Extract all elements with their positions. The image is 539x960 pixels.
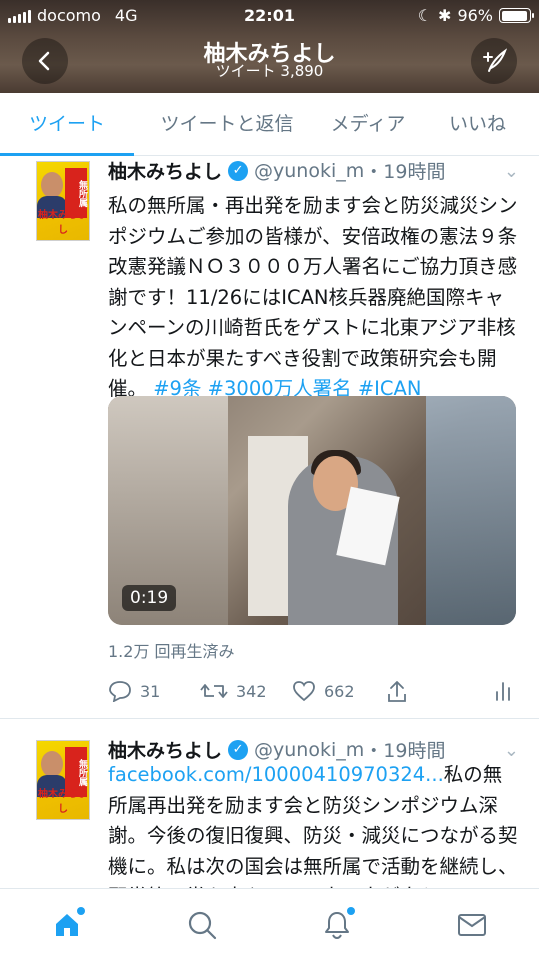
retweet-count: 342 (236, 681, 267, 701)
verified-badge-icon: ✓ (228, 160, 249, 181)
avatar-name: 柚木みちよし (38, 210, 88, 236)
chevron-down-icon[interactable]: ⌄ (504, 161, 519, 182)
tab-tweets-and-replies[interactable]: ツイートと返信 (134, 93, 320, 155)
verified-badge-icon: ✓ (228, 739, 249, 760)
chevron-down-icon[interactable]: ⌄ (504, 740, 519, 761)
retweet-button[interactable]: 342 (200, 680, 267, 702)
notifications-icon (325, 912, 349, 940)
tweet-time: ・19時間 (364, 161, 446, 183)
bottom-navigation (0, 888, 539, 960)
retweet-icon (200, 684, 228, 698)
tab-likes[interactable]: いいね (416, 93, 539, 155)
tweet-divider (0, 718, 539, 719)
battery-icon (499, 8, 534, 23)
author-name[interactable]: 柚木みちよし (108, 157, 222, 184)
view-count: 1.2万 回再生済み (108, 642, 235, 661)
tab-tweets[interactable]: ツイート (0, 93, 134, 155)
avatar[interactable]: 無所属 柚木みちよし (36, 161, 90, 241)
heart-icon (293, 681, 315, 702)
share-button[interactable] (386, 680, 408, 704)
messages-icon (458, 914, 486, 936)
like-button[interactable]: 662 (292, 680, 355, 702)
search-icon (188, 911, 217, 940)
author-handle[interactable]: @yunoki_m (254, 160, 364, 182)
compose-feather-icon (483, 48, 508, 72)
avatar-name: 柚木みちよし (38, 789, 88, 815)
profile-tabs: ツイート ツイートと返信 メディア いいね (0, 93, 539, 156)
tweet-header: 柚木みちよし ✓ @yunoki_m ・19時間 (108, 157, 445, 184)
reply-count: 31 (140, 681, 161, 701)
tab-media[interactable]: メディア (320, 93, 416, 155)
video-duration: 0:19 (122, 585, 177, 611)
author-name[interactable]: 柚木みちよし (108, 736, 222, 763)
profile-header: docomo 4G 22:01 ☾ ✱ 96% 柚木みちよし ツイート 3,89… (0, 0, 539, 93)
tweet-text: facebook.com/10000410970324...私の無所属再出発を励… (108, 763, 518, 888)
tweet-count: ツイート 3,890 (215, 62, 324, 80)
like-count: 662 (324, 681, 355, 701)
tweet-header: 柚木みちよし ✓ @yunoki_m ・19時間 (108, 736, 445, 763)
status-bar: docomo 4G 22:01 ☾ ✱ 96% (0, 0, 539, 32)
notification-dot (77, 907, 85, 915)
tweet[interactable]: 無所属 柚木みちよし 柚木みちよし ✓ @yunoki_m ・19時間 ⌄ fa… (0, 736, 539, 888)
bluetooth-icon: ✱ (438, 6, 452, 25)
nav-messages[interactable] (450, 903, 494, 947)
compose-tweet-button[interactable] (471, 38, 517, 84)
nav-search[interactable] (180, 903, 224, 947)
nav-home[interactable] (45, 903, 89, 947)
reply-button[interactable]: 31 (108, 680, 160, 702)
avatar[interactable]: 無所属 柚木みちよし (36, 740, 90, 820)
nav-notifications[interactable] (315, 903, 359, 947)
active-tab-indicator (0, 153, 134, 156)
battery-percent: 96% (457, 6, 493, 25)
tweet-text: 私の無所属・再出発を励ます会と防災減災シンポジウムご参加の皆様が、安倍政権の憲法… (108, 194, 518, 400)
tweet-actions: 31 342 662 (108, 680, 518, 710)
notification-dot (347, 907, 355, 915)
share-icon (388, 681, 406, 702)
video-player[interactable]: 0:19 (108, 396, 516, 625)
reply-icon (109, 681, 131, 702)
home-icon (56, 914, 78, 936)
external-link[interactable]: facebook.com/10000410970324... (108, 763, 444, 786)
analytics-button[interactable] (494, 680, 512, 702)
author-handle[interactable]: @yunoki_m (254, 739, 364, 761)
tweet-time: ・19時間 (364, 740, 446, 762)
analytics-icon (496, 682, 510, 701)
moon-icon: ☾ (417, 6, 433, 25)
